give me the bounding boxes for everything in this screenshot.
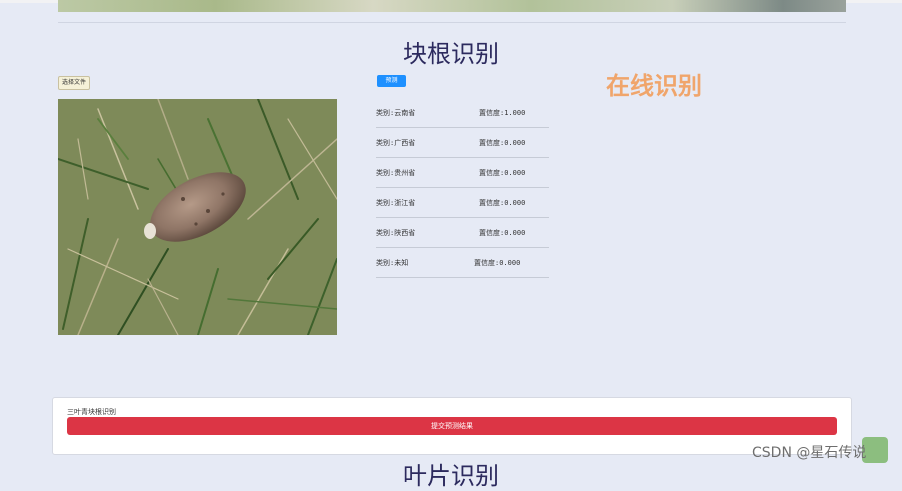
result-row: 类别:未知 置信度:0.000: [376, 248, 549, 278]
header-banner-image: [58, 0, 846, 12]
result-class: 类别:未知: [376, 259, 409, 267]
result-row: 类别:广西省 置信度:0.000: [376, 128, 549, 158]
result-row: 类别:陕西省 置信度:0.000: [376, 218, 549, 248]
result-row: 类别:贵州省 置信度:0.000: [376, 158, 549, 188]
csdn-watermark: CSDN @星石传说: [752, 445, 867, 461]
choose-file-button[interactable]: 选择文件: [58, 76, 91, 90]
submit-prediction-button[interactable]: 提交预测结果: [67, 417, 837, 435]
result-class: 类别:广西省: [376, 139, 416, 147]
submit-panel-label: 三叶青块根识别: [67, 408, 116, 416]
result-class: 类别:云南省: [376, 109, 416, 117]
root-section-title: 块根识别: [403, 40, 499, 68]
result-class: 类别:贵州省: [376, 169, 416, 177]
submit-panel: 三叶青块根识别 提交预测结果: [52, 397, 852, 455]
result-confidence: 置信度:0.000: [479, 139, 526, 147]
result-confidence: 置信度:0.000: [479, 199, 526, 207]
result-row: 类别:云南省 置信度:1.000: [376, 98, 549, 128]
result-row: 类别:浙江省 置信度:0.000: [376, 188, 549, 218]
uploaded-root-photo: [58, 99, 337, 335]
result-class: 类别:陕西省: [376, 229, 416, 237]
result-class: 类别:浙江省: [376, 199, 416, 207]
prediction-results-list: 类别:云南省 置信度:1.000 类别:广西省 置信度:0.000 类别:贵州省…: [376, 98, 549, 278]
predict-button[interactable]: 预测: [377, 75, 406, 87]
result-confidence: 置信度:0.000: [479, 169, 526, 177]
header-divider: [58, 22, 846, 23]
result-confidence: 置信度:1.000: [479, 109, 526, 117]
online-recognition-label: 在线识别: [606, 72, 702, 100]
result-confidence: 置信度:0.000: [474, 259, 521, 267]
result-confidence: 置信度:0.000: [479, 229, 526, 237]
